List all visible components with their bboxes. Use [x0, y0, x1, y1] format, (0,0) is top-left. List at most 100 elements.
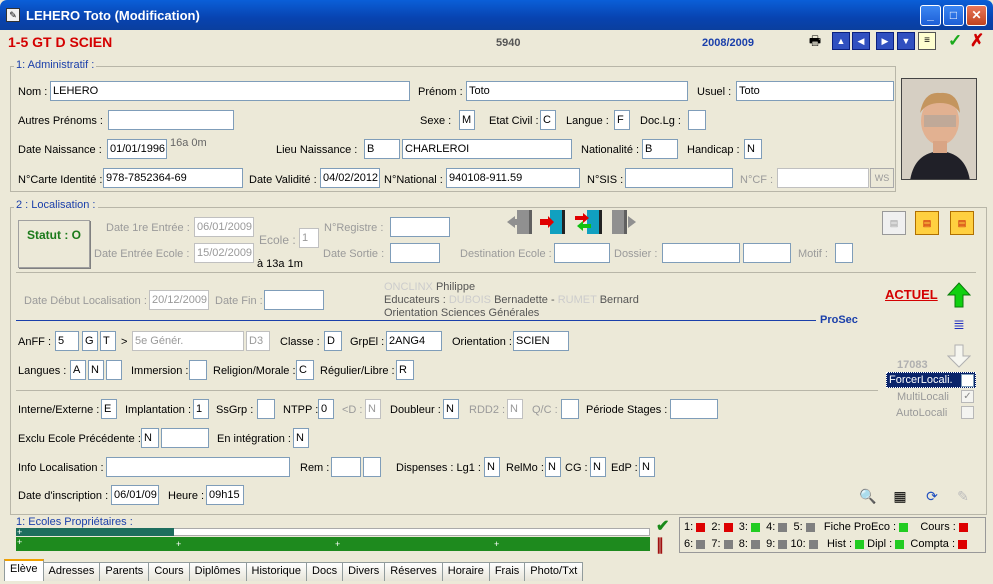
notes-icon[interactable]: ≡ — [918, 32, 936, 50]
student-photo[interactable] — [901, 78, 977, 180]
ecoles-plus[interactable]: + — [17, 527, 22, 537]
tab-historique[interactable]: Historique — [245, 562, 308, 581]
qc-field[interactable] — [561, 399, 579, 419]
implantation-field[interactable]: 1 — [193, 399, 209, 419]
ssgrp-field[interactable] — [257, 399, 275, 419]
edp-field[interactable]: N — [639, 457, 655, 477]
ecoles-bar[interactable] — [16, 537, 650, 551]
date-inscription-field[interactable]: 06/01/09 — [111, 485, 159, 505]
autres-prenoms-field[interactable] — [108, 110, 234, 130]
printer-icon[interactable]: 🖶 — [806, 32, 824, 50]
report-grey-icon[interactable]: ▤ — [882, 211, 906, 235]
national-field[interactable]: 940108-911.59 — [446, 168, 580, 188]
tab-eleve[interactable]: Elève — [4, 559, 44, 581]
en-integration-field[interactable]: N — [293, 428, 309, 448]
report-icon[interactable]: ▤ — [915, 211, 939, 235]
search-icon[interactable]: 🔍 — [858, 486, 878, 506]
relmo-field[interactable]: N — [545, 457, 561, 477]
ecoles-plus[interactable]: + — [494, 539, 499, 549]
report-alt-icon[interactable]: ▤ — [950, 211, 974, 235]
orientation-field[interactable]: SCIEN — [513, 331, 569, 351]
maximize-button[interactable]: □ — [943, 5, 964, 26]
date-sortie-field[interactable] — [390, 243, 440, 263]
langue1-field[interactable]: A — [70, 360, 86, 380]
tab-diplomes[interactable]: Diplômes — [188, 562, 247, 581]
classe-field[interactable]: D — [324, 331, 342, 351]
langue2-field[interactable]: N — [88, 360, 104, 380]
ecoles-plus[interactable]: + — [17, 537, 22, 547]
auto-localisation-checkbox[interactable] — [961, 406, 974, 419]
regulier-field[interactable]: R — [396, 360, 414, 380]
minimize-button[interactable]: _ — [920, 5, 941, 26]
prenom-field[interactable]: Toto — [466, 81, 688, 101]
edit-icon[interactable]: ✎ — [953, 486, 973, 506]
ecoles-plus[interactable]: + — [176, 539, 181, 549]
nom-field[interactable]: LEHERO — [50, 81, 410, 101]
statut-button[interactable]: Statut : O — [18, 220, 90, 268]
tab-frais[interactable]: Frais — [488, 562, 526, 581]
exclu-ecole-field-2[interactable] — [161, 428, 209, 448]
anff-field-3[interactable]: T — [100, 331, 116, 351]
arrow-down-icon[interactable] — [946, 344, 972, 368]
heure-field[interactable]: 09h15 — [206, 485, 244, 505]
immersion-field[interactable] — [189, 360, 207, 380]
lieu-code-field[interactable]: B — [364, 139, 400, 159]
doc-lg-field[interactable] — [688, 110, 706, 130]
ntpp-field[interactable]: 0 — [318, 399, 334, 419]
tab-cours[interactable]: Cours — [148, 562, 190, 581]
info-localisation-field[interactable] — [106, 457, 290, 477]
lieu-naissance-field[interactable]: CHARLEROI — [402, 139, 572, 159]
unlink-icon[interactable]: ∥ — [656, 535, 674, 554]
date-fin-field[interactable] — [264, 290, 324, 310]
close-button[interactable]: ✕ — [966, 5, 987, 26]
dossier-field-2[interactable] — [743, 243, 791, 263]
handicap-field[interactable]: N — [744, 139, 762, 159]
degree-field[interactable]: D3 — [246, 331, 270, 351]
anff-field-2[interactable]: G — [82, 331, 98, 351]
last-record-icon[interactable]: ▼ — [897, 32, 915, 50]
list-icon[interactable]: ≣ — [951, 317, 967, 333]
actuel-label[interactable]: ACTUEL — [885, 287, 938, 302]
rem-field-2[interactable] — [363, 457, 381, 477]
rdd2-field[interactable]: N — [507, 399, 523, 419]
tab-parents[interactable]: Parents — [99, 562, 150, 581]
tab-adresses[interactable]: Adresses — [42, 562, 101, 581]
validate-icon[interactable]: ✓ — [948, 32, 966, 50]
sis-field[interactable] — [625, 168, 733, 188]
langue3-field[interactable] — [106, 360, 122, 380]
forcer-localisation-checkbox[interactable] — [961, 374, 974, 387]
sexe-field[interactable]: M — [459, 110, 475, 130]
arrow-up-icon[interactable] — [946, 282, 972, 308]
date-entree-ecole-field[interactable]: 15/02/2009 — [194, 243, 254, 263]
nationalite-field[interactable]: B — [642, 139, 678, 159]
anff-field[interactable]: 5 — [55, 331, 79, 351]
periode-stages-field[interactable] — [670, 399, 718, 419]
tab-divers[interactable]: Divers — [342, 562, 386, 581]
destination-ecole-field[interactable] — [554, 243, 610, 263]
next-record-icon[interactable]: ▶ — [876, 32, 894, 50]
usuel-field[interactable]: Toto — [736, 81, 894, 101]
door-exit-icon[interactable] — [505, 208, 535, 236]
generation-field[interactable]: 5e Génér. — [132, 331, 244, 351]
ecole-field[interactable]: 1 — [299, 228, 319, 248]
door-return-icon[interactable] — [608, 208, 638, 236]
interne-externe-field[interactable]: E — [101, 399, 117, 419]
cancel-icon[interactable]: ✗ — [970, 32, 988, 50]
grpel-field[interactable]: 2ANG4 — [386, 331, 442, 351]
refresh-icon[interactable]: ⟳ — [922, 486, 942, 506]
exclu-ecole-field[interactable]: N — [141, 428, 159, 448]
date-1re-entree-field[interactable]: 06/01/2009 — [194, 217, 254, 237]
date-debut-localisation-field[interactable]: 20/12/2009 — [149, 290, 209, 310]
door-transfer-icon[interactable] — [573, 208, 605, 236]
app-icon[interactable]: ✎ — [6, 8, 20, 22]
tab-docs[interactable]: Docs — [306, 562, 344, 581]
calculator-icon[interactable]: ▦ — [890, 486, 910, 506]
ws-button[interactable]: WS — [870, 168, 894, 188]
etat-civil-field[interactable]: C — [540, 110, 556, 130]
check-icon[interactable]: ✔ — [656, 516, 674, 535]
dispenses-lg1-field[interactable]: N — [484, 457, 500, 477]
tab-horaire[interactable]: Horaire — [441, 562, 490, 581]
registre-field[interactable] — [390, 217, 450, 237]
cg-field[interactable]: N — [590, 457, 606, 477]
date-naissance-field[interactable]: 01/01/1996 — [107, 139, 167, 159]
